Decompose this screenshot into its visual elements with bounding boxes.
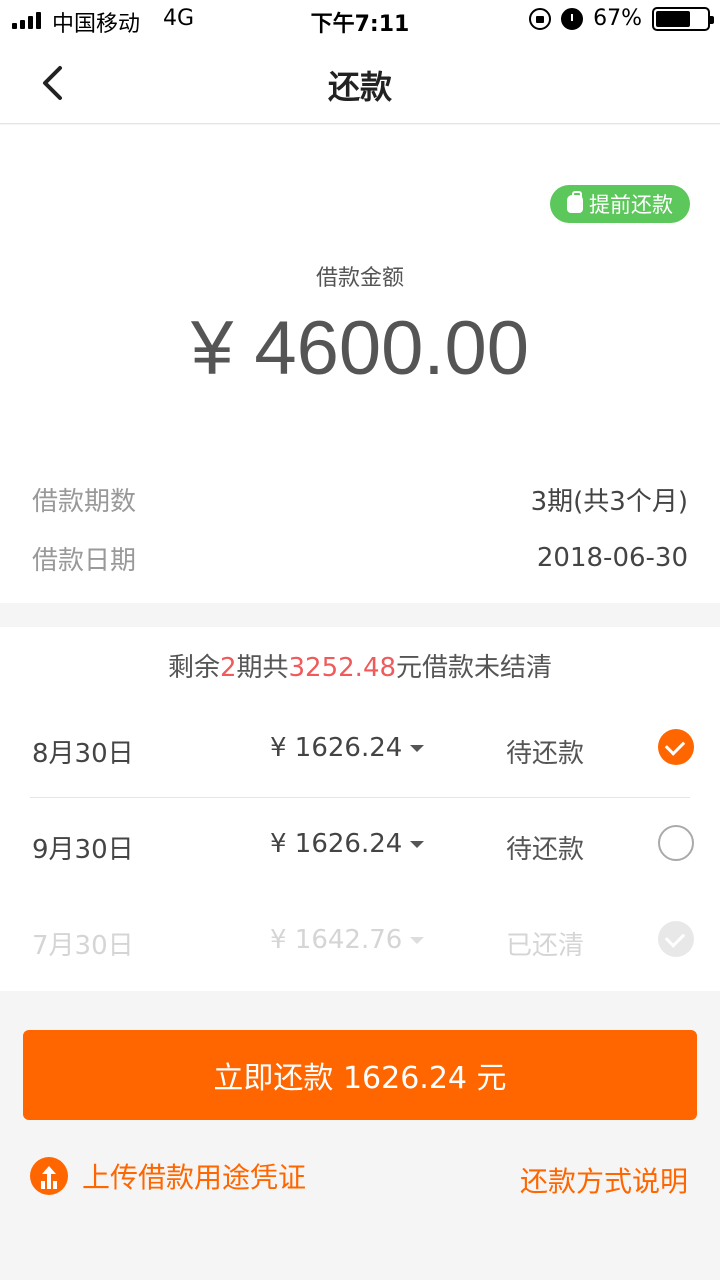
amount-text: ¥ 1642.76 (270, 925, 403, 955)
remain-count: 2 (219, 653, 237, 683)
periods-row: 借款期数 3期(共3个月) (32, 479, 688, 519)
status-bar: 中国移动 4G 下午7:11 67% (0, 0, 720, 40)
installment-status: 待还款 (506, 739, 585, 769)
battery-percent: 67% (593, 6, 642, 31)
installment-date: 7月30日 (32, 931, 134, 961)
installment-row-2[interactable]: 9月30日 ¥ 1626.24 待还款 (0, 799, 720, 895)
remaining-summary: 剩余2期共3252.48元借款未结清 (0, 647, 720, 684)
checked-circle-icon[interactable] (658, 729, 694, 765)
amount-text: ¥ 1626.24 (270, 733, 403, 763)
installment-amount: ¥ 1642.76 (270, 925, 425, 955)
rotation-lock-icon (529, 7, 552, 30)
remain-mid: 期共 (236, 653, 289, 683)
installment-status: 待还款 (506, 835, 585, 865)
loan-summary-card: 提前还款 借款金额 ¥ 4600.00 借款期数 3期(共3个月) 借款日期 2… (0, 125, 720, 603)
installment-date: 9月30日 (32, 835, 134, 865)
battery-icon (652, 6, 714, 31)
paid-check-icon (658, 921, 694, 957)
installment-row-3: 7月30日 ¥ 1642.76 已还清 (0, 895, 720, 991)
caret-down-icon (410, 744, 425, 752)
loan-date-value: 2018-06-30 (536, 543, 688, 573)
money-bag-icon (567, 191, 583, 213)
pay-now-button[interactable]: 立即还款 1626.24 元 (23, 1030, 697, 1120)
remain-amount: 3252.48 (288, 653, 397, 683)
upload-icon (30, 1157, 68, 1195)
remain-prefix: 剩余 (167, 653, 220, 683)
caret-down-icon (410, 936, 425, 944)
loan-amount: ¥ 4600.00 (190, 306, 530, 391)
amount-text: ¥ 1626.24 (270, 829, 403, 859)
installment-date: 8月30日 (32, 739, 134, 769)
page-title: 还款 (327, 68, 392, 106)
unchecked-circle-icon[interactable] (658, 825, 694, 861)
installment-row-1[interactable]: 8月30日 ¥ 1626.24 待还款 (0, 703, 720, 799)
date-row: 借款日期 2018-06-30 (32, 538, 688, 578)
installment-amount[interactable]: ¥ 1626.24 (270, 733, 425, 763)
alarm-icon (561, 7, 584, 30)
installment-status: 已还清 (506, 931, 585, 961)
prepay-button[interactable]: 提前还款 (550, 185, 690, 223)
upload-label: 上传借款用途凭证 (82, 1161, 307, 1194)
prepay-label: 提前还款 (589, 193, 673, 217)
caret-down-icon (410, 840, 425, 848)
installment-amount[interactable]: ¥ 1626.24 (270, 829, 425, 859)
repayment-method-link[interactable]: 还款方式说明 (520, 1160, 688, 1200)
periods-label: 借款期数 (32, 486, 137, 517)
loan-amount-label: 借款金额 (315, 266, 404, 291)
upload-proof-link[interactable]: 上传借款用途凭证 (30, 1156, 306, 1196)
remain-suffix: 元借款未结清 (396, 653, 553, 683)
periods-value: 3期(共3个月) (530, 486, 688, 517)
nav-bar: 还款 (0, 40, 720, 124)
divider (30, 797, 690, 798)
loan-date-label: 借款日期 (32, 545, 137, 576)
